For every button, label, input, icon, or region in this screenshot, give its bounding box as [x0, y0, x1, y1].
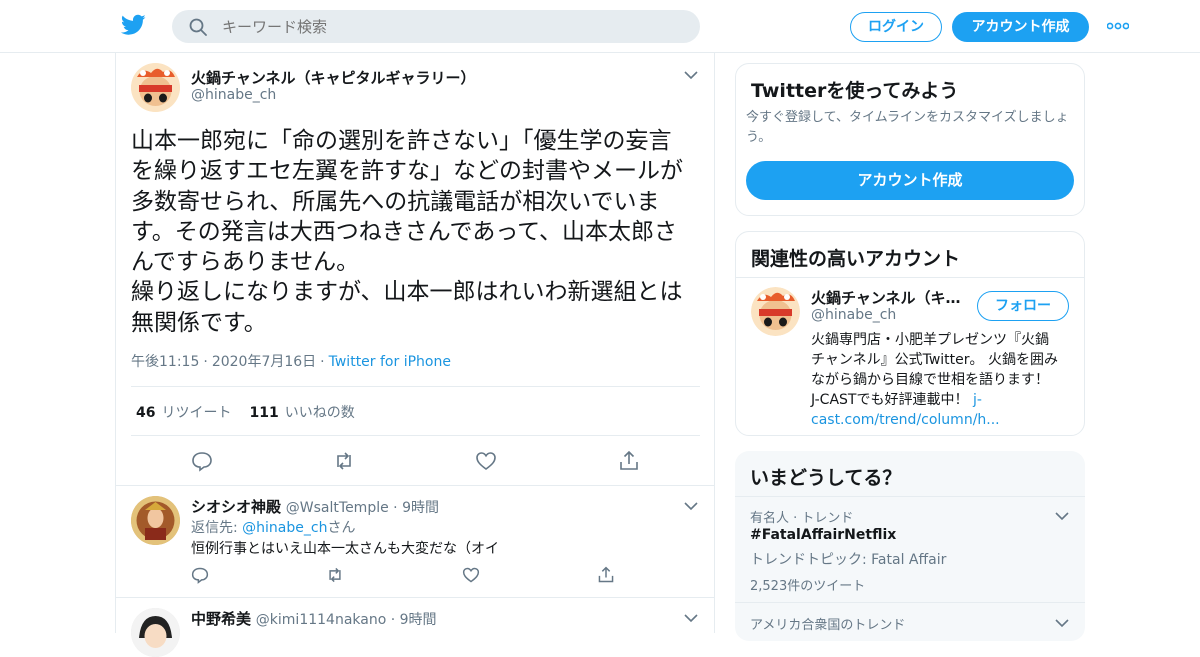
reply-to-line: 返信先: @hinabe_chさん [191, 517, 355, 537]
related-account-bio: 火鍋専門店・小肥羊プレゼンツ『火鍋 チャンネル』公式Twitter。 火鍋を囲み… [811, 330, 1076, 430]
reply-icon[interactable] [191, 566, 209, 584]
trend-context: 有名人 · トレンド [750, 511, 854, 526]
tweet-line: 無関係です。 [131, 309, 267, 336]
reply-tweet[interactable]: 中野希美 @kimi1114nakano · 9時間 [116, 597, 714, 657]
trend-item[interactable]: アメリカ合衆国のトレンド [735, 602, 1085, 641]
search-input[interactable] [222, 10, 682, 43]
reply-time[interactable]: 9時間 [400, 612, 437, 628]
retweets-stat[interactable]: 46 リツイート [136, 405, 231, 421]
bio-line: cast.com/trend/column/h... [811, 410, 1076, 430]
tweet-source-link[interactable]: Twitter for iPhone [329, 354, 451, 370]
reply-author-handle[interactable]: @WsaltTemple [286, 500, 389, 516]
signup-button[interactable]: アカウント作成 [952, 12, 1089, 42]
trends-card: いまどうしてる？ 有名人 · トレンド #FatalAffairNetflix … [735, 451, 1085, 641]
cartoon-avatar-icon [131, 608, 180, 657]
more-options-icon[interactable] [1107, 22, 1129, 30]
trend-context: アメリカ合衆国のトレンド [750, 618, 906, 633]
reply-text: 恒例行事とはいえ山本一太さんも大変だな（オイ [191, 541, 499, 557]
related-accounts-card: 関連性の高いアカウント 火鍋チャンネル（キ… @hinabe_ch フォロー 火… [735, 231, 1085, 436]
related-account-item[interactable]: 火鍋チャンネル（キ… @hinabe_ch フォロー 火鍋専門店・小肥羊プレゼン… [736, 277, 1084, 435]
reply-author-handle[interactable]: @kimi1114nakano [256, 612, 386, 628]
search-box[interactable] [172, 10, 700, 43]
tweet-text: 山本一郎宛に「命の選別を許さない」「優生学の妄言 を繰り返すエセ左翼を許すな」な… [131, 126, 711, 338]
retweet-icon[interactable] [326, 566, 344, 584]
trend-name[interactable]: #FatalAffairNetflix [750, 527, 896, 543]
reply-to-suffix: さん [327, 520, 356, 536]
reply-tweet[interactable]: シオシオ神殿 @WsaltTemple · 9時間 返信先: @hinabe_c… [116, 485, 714, 597]
reply-icon[interactable] [191, 450, 213, 472]
try-card-desc-line: う。 [746, 130, 772, 145]
bio-line: ながら鍋から目線で世相を語ります！ [811, 372, 1049, 388]
share-icon[interactable] [618, 450, 640, 472]
trends-card-title: いまどうしてる？ [750, 467, 902, 489]
retweets-count: 46 [136, 405, 156, 421]
login-button[interactable]: ログイン [850, 12, 942, 42]
twitter-bird-icon[interactable] [121, 14, 146, 36]
divider [131, 386, 700, 387]
bio-line: J-CASTでも好評連載中！ j- [811, 390, 1076, 410]
chevron-down-icon[interactable] [684, 614, 698, 623]
bio-line: 火鍋専門店・小肥羊プレゼンツ『火鍋 [811, 332, 1049, 348]
retweets-label: リツイート [161, 405, 232, 421]
like-heart-icon[interactable] [475, 450, 497, 472]
divider [131, 435, 700, 436]
try-twitter-card: Twitterを使ってみよう 今すぐ登録して、タイムラインをカスタマイズしましょ… [735, 63, 1085, 216]
reply-to-handle-link[interactable]: @hinabe_ch [242, 520, 327, 536]
author-avatar[interactable] [131, 63, 180, 112]
tweet-time[interactable]: 午後11:15 [131, 354, 199, 370]
search-icon [189, 18, 207, 36]
trend-topic: トレンドトピック: Fatal Affair [750, 552, 947, 568]
trend-tweet-count: 2,523件のツイート [750, 579, 866, 594]
main-timeline: 火鍋チャンネル（キャピタルギャラリー） @hinabe_ch 山本一郎宛に「命の… [115, 53, 715, 657]
share-icon[interactable] [597, 566, 615, 584]
retweet-icon[interactable] [333, 450, 355, 472]
reply-author-name[interactable]: 中野希美 [191, 610, 251, 628]
tweet-line: 繰り返しになりますが、山本一郎はれいわ新選組とは [131, 279, 683, 306]
try-card-description: 今すぐ登録して、タイムラインをカスタマイズしましょ う。 [746, 108, 1069, 148]
tweet-meta: 午後11:15 · 2020年7月16日 · Twitter for iPhone [131, 354, 451, 370]
tweet-date[interactable]: 2020年7月16日 [212, 354, 316, 370]
like-heart-icon[interactable] [462, 566, 480, 584]
chevron-down-icon[interactable] [1055, 512, 1069, 521]
author-name[interactable]: 火鍋チャンネル（キャピタルギャラリー） [191, 67, 476, 88]
tweet-line: 山本一郎宛に「命の選別を許さない」「優生学の妄言 [131, 128, 672, 154]
related-account-handle[interactable]: @hinabe_ch [811, 307, 896, 323]
reply-avatar[interactable] [131, 496, 180, 545]
related-account-name[interactable]: 火鍋チャンネル（キ… [811, 287, 961, 308]
likes-label: いいねの数 [284, 405, 355, 421]
tweet-line: んですらありません。 [131, 249, 360, 276]
tweet-stats: 46 リツイート 111 いいねの数 [136, 402, 355, 422]
author-handle[interactable]: @hinabe_ch [191, 87, 276, 103]
likes-stat[interactable]: 111 いいねの数 [249, 405, 354, 421]
try-card-title: Twitterを使ってみよう [751, 80, 959, 102]
trend-item[interactable]: 有名人 · トレンド #FatalAffairNetflix トレンドトピック:… [735, 496, 1085, 602]
tweet-line: す。その発言は大西つねきさんであって、山本太郎さ [131, 218, 678, 245]
related-card-title: 関連性の高いアカウント [751, 248, 961, 270]
follow-button[interactable]: フォロー [977, 291, 1069, 321]
hotpot-mascot-icon [751, 287, 800, 336]
try-card-desc-line: 今すぐ登録して、タイムラインをカスタマイズしましょ [746, 110, 1069, 125]
likes-count: 111 [249, 405, 279, 421]
chevron-down-icon[interactable] [1055, 619, 1069, 628]
tweet-line: 多数寄せられ、所属先への抗議電話が相次いでいま [131, 188, 660, 215]
reply-author-line: 中野希美 @kimi1114nakano · 9時間 [191, 610, 437, 628]
chevron-down-icon[interactable] [684, 502, 698, 511]
reply-author-line: シオシオ神殿 @WsaltTemple · 9時間 [191, 498, 439, 516]
top-bar: ログイン アカウント作成 [0, 0, 1200, 53]
tweet-line: を繰り返すエセ左翼を許すな」などの封書やメールが [131, 158, 683, 185]
bio-line: チャンネル』公式Twitter。 火鍋を囲み [811, 352, 1058, 368]
bio-link[interactable]: j- [973, 392, 982, 408]
bio-line-text: J-CASTでも好評連載中！ [811, 392, 969, 408]
hotpot-mascot-icon [131, 63, 180, 112]
reply-author-name[interactable]: シオシオ神殿 [191, 498, 281, 516]
reply-avatar[interactable] [131, 608, 180, 657]
bio-link[interactable]: cast.com/trend/column/h... [811, 412, 1000, 428]
reply-to-prefix: 返信先: [191, 520, 243, 536]
sidebar-signup-button[interactable]: アカウント作成 [746, 161, 1074, 200]
related-account-avatar[interactable] [751, 287, 800, 336]
chevron-down-icon[interactable] [684, 71, 698, 80]
portrait-avatar-icon [131, 496, 180, 545]
reply-time[interactable]: 9時間 [402, 500, 439, 516]
